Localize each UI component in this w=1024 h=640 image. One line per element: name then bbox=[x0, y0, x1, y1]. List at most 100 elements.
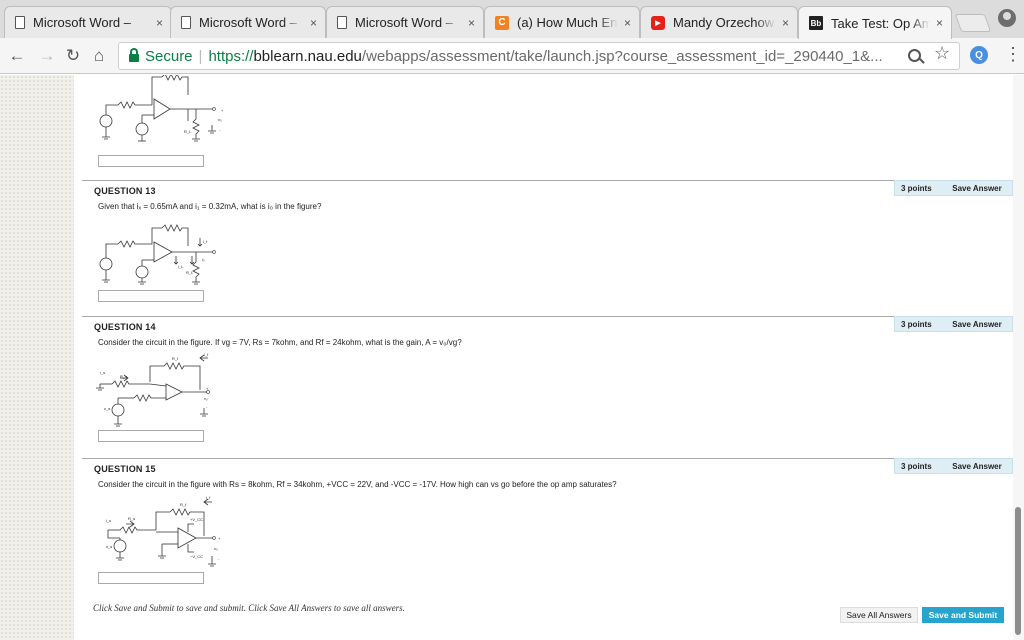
close-icon[interactable]: × bbox=[624, 16, 631, 30]
close-icon[interactable]: × bbox=[468, 16, 475, 30]
question-number: QUESTION 13 bbox=[94, 186, 156, 196]
blackboard-icon: Bb bbox=[809, 16, 823, 30]
tab-title: Microsoft Word – bbox=[33, 15, 132, 30]
save-and-submit-button[interactable]: Save and Submit bbox=[922, 607, 1004, 623]
points-panel: 3 points Save Answer bbox=[894, 458, 1013, 474]
question-text: Consider the circuit in the figure with … bbox=[98, 480, 617, 489]
close-icon[interactable]: × bbox=[782, 16, 789, 30]
points-label: 3 points bbox=[901, 320, 932, 329]
is-label: i_s bbox=[106, 518, 111, 523]
reload-icon[interactable]: ↻ bbox=[62, 45, 84, 67]
circuit-figure-q13: i_f i₀ i_L R_L bbox=[99, 224, 216, 285]
vcc-positive-label: +V_CC bbox=[190, 517, 203, 522]
rl-label: R_L bbox=[184, 129, 192, 134]
browser-tab-word-2[interactable]: Microsoft Word – × bbox=[170, 6, 326, 38]
browser-tab-take-test[interactable]: Bb Take Test: Op Am × bbox=[798, 6, 952, 39]
vo-label: v₀ bbox=[214, 546, 218, 551]
vcc-negative-label: −V_CC bbox=[190, 554, 203, 559]
if-label: i_f bbox=[204, 352, 209, 357]
if-label: i_f bbox=[206, 495, 211, 500]
tab-title: (a) How Much Ene bbox=[517, 15, 618, 30]
close-icon[interactable]: × bbox=[310, 16, 317, 30]
browser-menu-icon[interactable]: ⋮ bbox=[1004, 44, 1022, 64]
url-path: /webapps/assessment/take/launch.jsp?cour… bbox=[361, 47, 883, 65]
question-14: QUESTION 14 Consider the circuit in the … bbox=[82, 316, 1013, 456]
question-number: QUESTION 15 bbox=[94, 464, 156, 474]
address-bar[interactable]: Secure | https:// bblearn.nau.edu /webap… bbox=[118, 42, 960, 70]
rf-label: R_f bbox=[172, 356, 179, 361]
address-separator: | bbox=[198, 47, 203, 65]
url-scheme: https:// bbox=[208, 47, 254, 65]
browser-tab-youtube[interactable]: ▶ Mandy Orzechow × bbox=[640, 6, 798, 38]
back-arrow-icon[interactable]: ← bbox=[6, 45, 28, 67]
document-icon bbox=[337, 16, 347, 29]
answer-input-q15[interactable] bbox=[98, 572, 204, 584]
answer-input-q12[interactable] bbox=[98, 155, 204, 167]
answer-input-q14[interactable] bbox=[98, 430, 204, 442]
question-text: Consider the circuit in the figure. If v… bbox=[98, 338, 462, 347]
browser-tab-chegg[interactable]: C (a) How Much Ene × bbox=[484, 6, 640, 38]
rs-label: R_s bbox=[120, 374, 127, 379]
submit-instructions: Click Save and Submit to save and submit… bbox=[93, 603, 405, 613]
minus-label: - bbox=[206, 404, 208, 409]
bookmark-star-icon[interactable]: ☆ bbox=[934, 43, 950, 64]
plus-label: + bbox=[206, 386, 209, 391]
is-label: i_s bbox=[100, 370, 105, 375]
save-answer-button[interactable]: Save Answer bbox=[943, 462, 1011, 474]
minus-label: - bbox=[219, 127, 221, 132]
tab-title: Microsoft Word – bbox=[199, 15, 298, 30]
save-answer-button[interactable]: Save Answer bbox=[943, 320, 1011, 332]
chegg-icon: C bbox=[495, 15, 509, 30]
url-host: bblearn.nau.edu bbox=[253, 47, 362, 65]
scrollbar-thumb[interactable] bbox=[1015, 507, 1021, 635]
vo-label: v₀ bbox=[204, 396, 208, 401]
close-icon[interactable]: × bbox=[156, 16, 163, 30]
circuit-figure-q15: R_f i_f R_s i_s +V_CC −V_CC + - v₀ v_s bbox=[106, 495, 221, 567]
left-rail bbox=[0, 75, 74, 640]
save-answer-button[interactable]: Save Answer bbox=[943, 184, 1011, 196]
question-text: Given that iₓ = 0.65mA and i₁ = 0.32mA, … bbox=[98, 202, 322, 211]
extension-icon[interactable]: Q bbox=[970, 46, 988, 64]
rf-label: R_f bbox=[180, 502, 187, 507]
youtube-icon: ▶ bbox=[651, 15, 665, 30]
points-panel: 3 points Save Answer bbox=[894, 316, 1013, 332]
rs-label: R_s bbox=[128, 516, 135, 521]
answer-input-q13[interactable] bbox=[98, 290, 204, 302]
question-13: QUESTION 13 Given that iₓ = 0.65mA and i… bbox=[82, 180, 1013, 320]
new-tab-button[interactable] bbox=[954, 14, 992, 32]
home-icon[interactable]: ⌂ bbox=[88, 45, 110, 67]
browser-tab-word-1[interactable]: Microsoft Word – × bbox=[4, 6, 172, 38]
circuit-figure-q12: + - v₀ R_L bbox=[99, 75, 224, 142]
vs-label: v_s bbox=[104, 406, 110, 411]
tab-title: Microsoft Word – bbox=[355, 15, 454, 30]
il-label: i_L bbox=[178, 264, 184, 269]
plus-label: + bbox=[221, 108, 224, 113]
question-divider bbox=[82, 180, 1013, 181]
vs-label: v_s bbox=[106, 544, 112, 549]
forward-arrow-icon[interactable]: → bbox=[36, 45, 58, 67]
profile-icon[interactable] bbox=[998, 9, 1016, 27]
minus-label: - bbox=[218, 556, 220, 561]
rl-label: R_L bbox=[186, 270, 194, 275]
if-label: i_f bbox=[203, 239, 208, 244]
page-content: + - v₀ R_L QUESTION 13 Given that iₓ = 0… bbox=[0, 75, 1024, 640]
tab-title: Take Test: Op Am bbox=[831, 15, 930, 31]
question-15: QUESTION 15 Consider the circuit in the … bbox=[82, 458, 1013, 598]
close-icon[interactable]: × bbox=[936, 16, 943, 30]
question-number: QUESTION 14 bbox=[94, 322, 156, 332]
lock-icon bbox=[129, 48, 139, 62]
points-panel: 3 points Save Answer bbox=[894, 180, 1013, 196]
browser-tab-strip: Microsoft Word – × Microsoft Word – × Mi… bbox=[0, 0, 1024, 39]
vertical-scrollbar[interactable] bbox=[1013, 75, 1024, 640]
zoom-icon[interactable] bbox=[908, 49, 921, 62]
document-icon bbox=[181, 16, 191, 29]
question-divider bbox=[82, 458, 1013, 459]
browser-toolbar: ← → ↻ ⌂ Secure | https:// bblearn.nau.ed… bbox=[0, 38, 1024, 74]
save-all-answers-button[interactable]: Save All Answers bbox=[840, 607, 918, 623]
browser-tab-word-3[interactable]: Microsoft Word – × bbox=[326, 6, 484, 38]
points-label: 3 points bbox=[901, 462, 932, 471]
plus-label: + bbox=[218, 536, 221, 541]
question-divider bbox=[82, 316, 1013, 317]
vo-label: v₀ bbox=[218, 117, 222, 122]
secure-label: Secure bbox=[145, 47, 193, 65]
